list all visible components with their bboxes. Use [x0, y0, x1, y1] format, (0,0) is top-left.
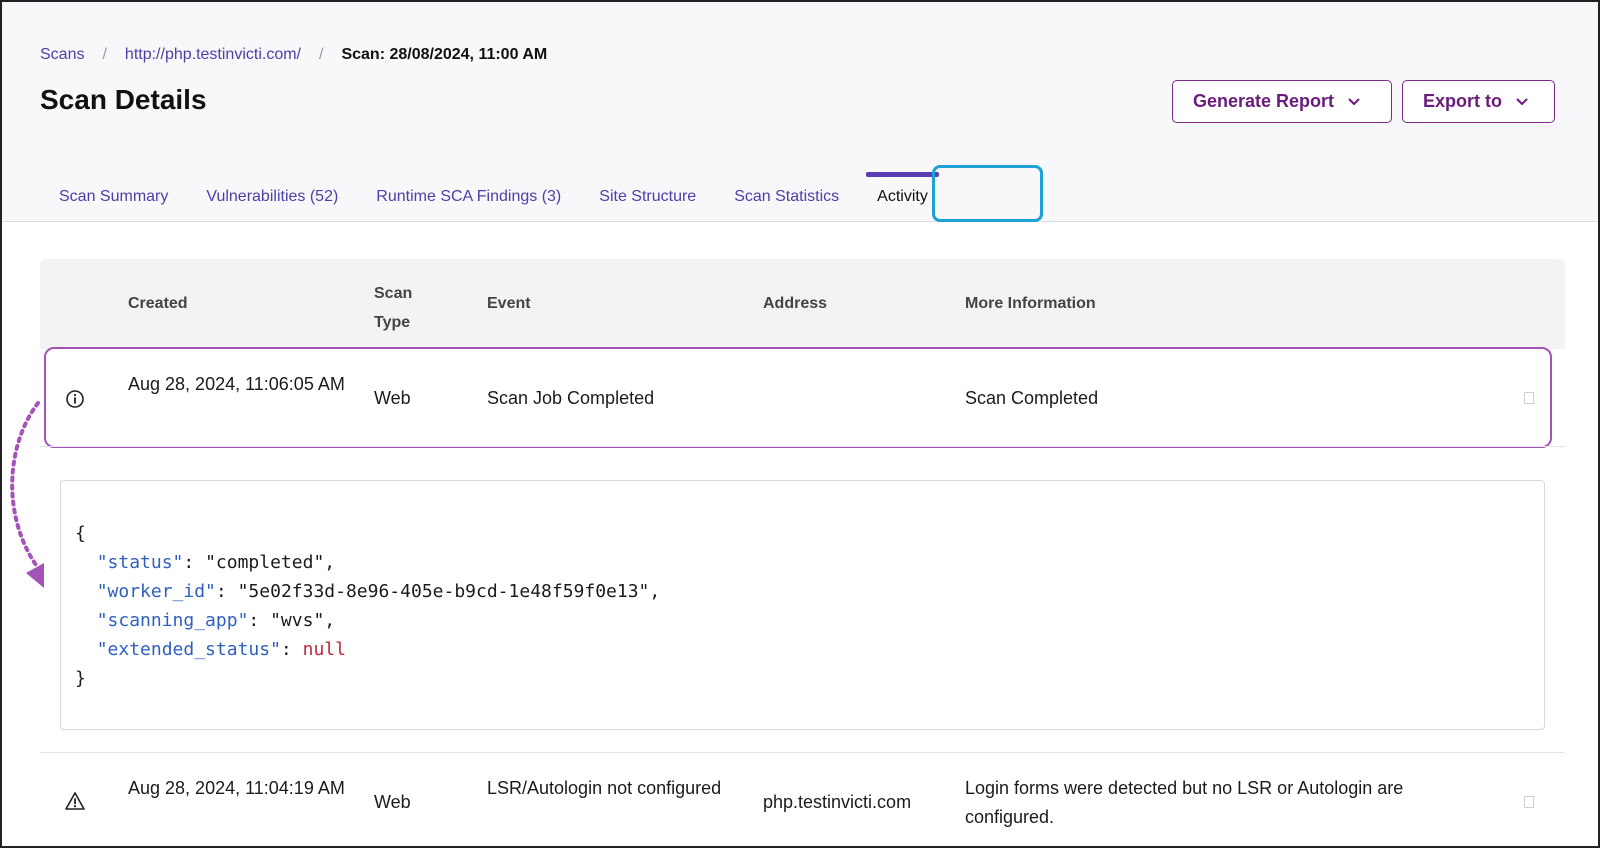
row-action-placeholder-icon[interactable] [1524, 392, 1534, 404]
row-address: php.testinvicti.com [763, 792, 912, 812]
active-tab-indicator [866, 172, 939, 177]
tab-vulnerabilities[interactable]: Vulnerabilities (52) [187, 166, 357, 222]
breadcrumb-target-link[interactable]: http://php.testinvicti.com/ [125, 46, 301, 64]
row-divider [40, 752, 1565, 753]
row-more-information: Login forms were detected but no LSR or … [965, 778, 1404, 827]
json-key: "worker_id" [96, 581, 216, 602]
tab-scan-summary[interactable]: Scan Summary [40, 166, 187, 222]
expand-arrow-annotation [10, 401, 44, 588]
json-key: "scanning_app" [96, 610, 249, 631]
row-event: LSR/Autologin not configured [487, 778, 722, 798]
table-header: Created Scan Type Event Address More Inf… [40, 259, 1565, 349]
row-more-information: Scan Completed [965, 388, 1099, 408]
info-icon [66, 390, 84, 408]
row-action-placeholder-icon[interactable] [1524, 796, 1534, 808]
chevron-down-icon [1348, 98, 1360, 105]
warning-icon [65, 792, 85, 810]
json-comma: , [649, 581, 661, 602]
json-value: "completed" [205, 552, 325, 573]
json-close-brace: } [75, 668, 86, 689]
json-comma: , [324, 552, 336, 573]
chevron-down-icon [1516, 98, 1528, 105]
tab-runtime-sca-findings[interactable]: Runtime SCA Findings (3) [357, 166, 580, 222]
column-header-created[interactable]: Created [128, 295, 188, 313]
breadcrumb: Scans / http://php.testinvicti.com/ / Sc… [40, 46, 547, 64]
column-header-more-information[interactable]: More Information [965, 295, 1096, 313]
json-line-scanning-app: "scanning_app": "wvs", [96, 610, 336, 631]
json-comma: , [324, 610, 336, 631]
json-key: "extended_status" [96, 639, 281, 660]
page-header: Scans / http://php.testinvicti.com/ / Sc… [0, 0, 1600, 222]
json-line-status: "status": "completed", [96, 552, 336, 573]
row-scan-type: Web [374, 792, 411, 812]
page-title: Scan Details [40, 84, 207, 115]
json-value: null [302, 639, 346, 660]
breadcrumb-separator: / [102, 46, 107, 63]
row-scan-type: Web [374, 388, 411, 408]
tab-site-structure[interactable]: Site Structure [580, 166, 715, 222]
row-divider [40, 446, 1565, 447]
table-row[interactable]: Aug 28, 2024, 11:04:19 AM Web LSR/Autolo… [40, 770, 1565, 840]
tab-activity[interactable]: Activity [858, 166, 947, 222]
tab-label: Runtime SCA Findings (3) [376, 188, 562, 205]
breadcrumb-current: Scan: 28/08/2024, 11:00 AM [341, 46, 548, 63]
breadcrumb-separator: / [319, 46, 324, 63]
tab-label: Site Structure [599, 188, 697, 205]
tab-bar: Scan Summary Vulnerabilities (52) Runtim… [40, 166, 947, 222]
breadcrumb-scans-link[interactable]: Scans [40, 46, 84, 64]
tab-scan-statistics[interactable]: Scan Statistics [715, 166, 858, 222]
json-value: "wvs" [270, 610, 325, 631]
activity-table: Created Scan Type Event Address More Inf… [40, 259, 1565, 349]
generate-report-button[interactable]: Generate Report [1172, 80, 1392, 123]
row-created: Aug 28, 2024, 11:04:19 AM [128, 778, 345, 798]
json-line-extended-status: "extended_status": null [96, 639, 346, 660]
json-key: "status" [96, 552, 184, 573]
event-json-detail: { "status": "completed", "worker_id": "5… [60, 480, 1545, 730]
tab-label: Scan Statistics [734, 188, 840, 205]
export-to-button[interactable]: Export to [1402, 80, 1555, 123]
tab-label: Vulnerabilities (52) [206, 188, 339, 205]
column-header-address[interactable]: Address [763, 295, 827, 313]
row-event: Scan Job Completed [487, 388, 655, 408]
table-row[interactable]: Aug 28, 2024, 11:06:05 AM Web Scan Job C… [40, 348, 1565, 448]
json-open-brace: { [75, 523, 86, 544]
tab-label: Activity [877, 188, 928, 205]
tab-label: Scan Summary [59, 188, 169, 205]
json-value: "5e02f33d-8e96-405e-b9cd-1e48f59f0e13" [237, 581, 650, 602]
row-created: Aug 28, 2024, 11:06:05 AM [128, 374, 345, 394]
export-to-label: Export to [1423, 91, 1502, 111]
generate-report-label: Generate Report [1193, 91, 1335, 111]
column-header-scan-type[interactable]: Scan Type [374, 279, 434, 337]
column-header-event[interactable]: Event [487, 295, 531, 313]
json-line-worker-id: "worker_id": "5e02f33d-8e96-405e-b9cd-1e… [96, 581, 661, 602]
